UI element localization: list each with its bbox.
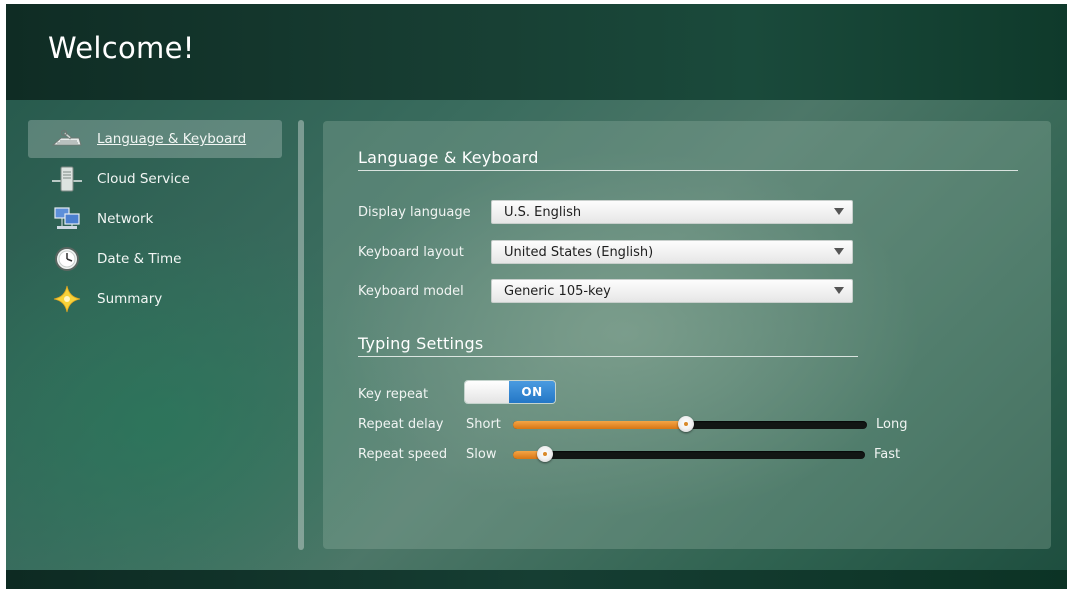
sidebar-item-label: Summary <box>97 291 163 307</box>
display-language-value: U.S. English <box>504 204 582 220</box>
bottom-bar <box>6 570 1067 589</box>
network-icon <box>50 205 84 233</box>
keyboard-model-select[interactable]: Generic 105-key <box>491 279 853 303</box>
toggle-on-side: ON <box>509 381 555 403</box>
repeat-speed-label: Repeat speed <box>358 447 448 462</box>
star-icon <box>50 285 84 313</box>
sidebar-item-label: Network <box>97 211 154 227</box>
sidebar-item-label: Date & Time <box>97 251 182 267</box>
chevron-down-icon <box>834 248 844 255</box>
repeat-delay-slider[interactable] <box>513 416 867 432</box>
sidebar: Language & Keyboard Cloud Service Networ… <box>28 120 282 320</box>
repeat-delay-label: Repeat delay <box>358 417 444 432</box>
wrench-keyboard-icon <box>50 125 84 153</box>
page-title: Welcome! <box>48 31 195 65</box>
keyboard-model-value: Generic 105-key <box>504 283 611 299</box>
key-repeat-toggle[interactable]: ON <box>465 381 555 403</box>
repeat-delay-max-label: Long <box>876 417 908 432</box>
sidebar-scrollbar[interactable] <box>298 120 304 550</box>
sidebar-item-date-time[interactable]: Date & Time <box>28 240 282 278</box>
toggle-off-side <box>465 381 509 403</box>
slider-fill <box>513 421 687 429</box>
clock-icon <box>50 245 84 273</box>
repeat-speed-max-label: Fast <box>874 447 901 462</box>
section-divider <box>358 356 858 357</box>
welcome-screen: Welcome! Language & Keyboard Cloud Servi… <box>6 4 1067 589</box>
sidebar-item-label: Language & Keyboard <box>97 131 247 147</box>
sidebar-item-label: Cloud Service <box>97 171 190 187</box>
keyboard-layout-select[interactable]: United States (English) <box>491 240 853 264</box>
settings-panel: Language & Keyboard Display language U.S… <box>323 121 1051 549</box>
keyboard-model-label: Keyboard model <box>358 284 464 299</box>
sidebar-item-cloud-service[interactable]: Cloud Service <box>28 160 282 198</box>
slider-handle[interactable] <box>536 446 553 462</box>
header-bar: Welcome! <box>6 4 1067 100</box>
sidebar-item-network[interactable]: Network <box>28 200 282 238</box>
chevron-down-icon <box>834 287 844 294</box>
chevron-down-icon <box>834 208 844 215</box>
repeat-delay-min-label: Short <box>466 417 501 432</box>
sidebar-item-language-keyboard[interactable]: Language & Keyboard <box>28 120 282 158</box>
keyboard-layout-value: United States (English) <box>504 244 654 260</box>
slider-handle[interactable] <box>678 416 695 432</box>
section-title-language-keyboard: Language & Keyboard <box>358 148 539 167</box>
section-title-typing-settings: Typing Settings <box>358 334 484 353</box>
key-repeat-label: Key repeat <box>358 387 429 402</box>
repeat-speed-min-label: Slow <box>466 447 497 462</box>
display-language-label: Display language <box>358 205 471 220</box>
sidebar-item-summary[interactable]: Summary <box>28 280 282 318</box>
keyboard-layout-label: Keyboard layout <box>358 245 464 260</box>
repeat-speed-slider[interactable] <box>513 446 865 462</box>
section-divider <box>358 170 1018 171</box>
server-icon <box>50 165 84 193</box>
display-language-select[interactable]: U.S. English <box>491 200 853 224</box>
